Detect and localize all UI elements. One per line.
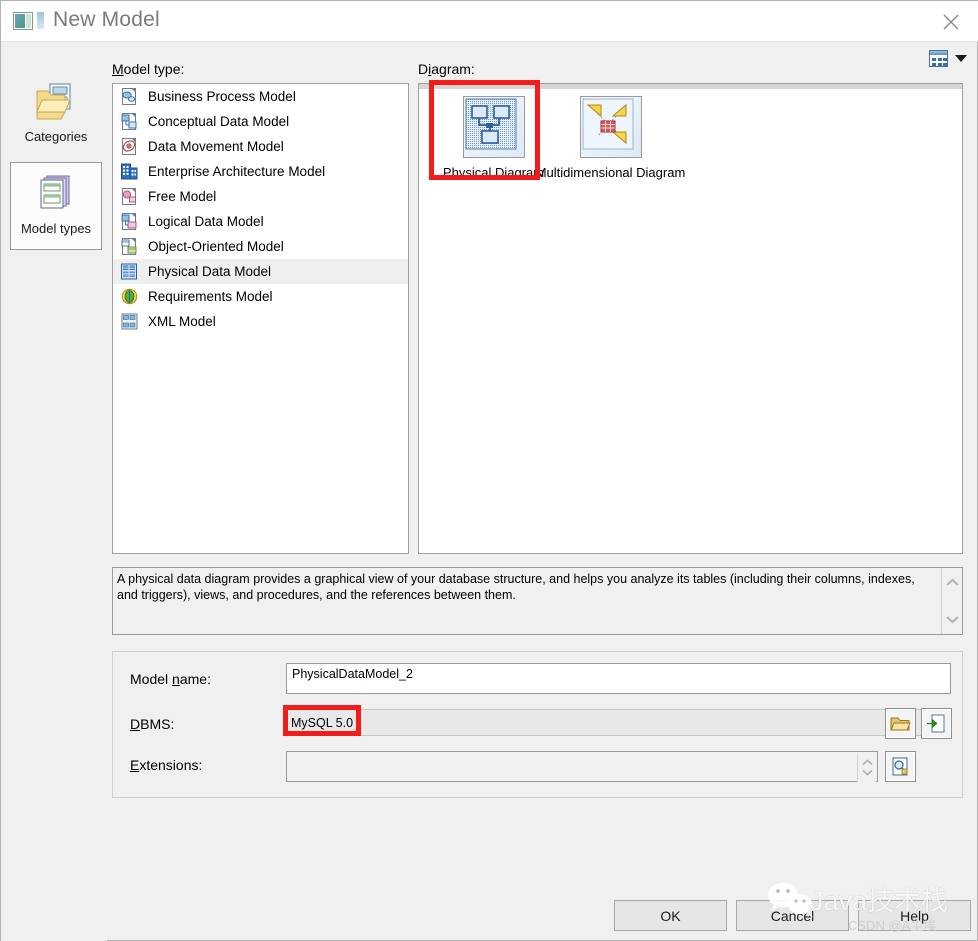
chevron-down-icon	[946, 616, 959, 624]
left-rail: Categories Model types	[1, 42, 107, 941]
rail-item-label: Categories	[24, 129, 88, 144]
diagram-item-multidimensional[interactable]: Multidimensional Diagram	[536, 96, 685, 180]
list-item[interactable]: Requirements Model	[113, 284, 408, 309]
diagram-label: Diagram:	[418, 61, 475, 77]
diagram-item-label: Physical Diagram	[442, 165, 545, 180]
list-item[interactable]: Enterprise Architecture Model	[113, 159, 408, 184]
model-settings-group: Model name: PhysicalDataModel_2 DBMS: My…	[112, 651, 963, 798]
document-preview-icon	[892, 757, 908, 776]
new-model-icon-accent	[37, 12, 44, 29]
extensions-spinner[interactable]	[857, 753, 876, 782]
free-model-icon	[120, 187, 139, 206]
diagram-panel[interactable]: Physical Diagram Multidimensional Diagra…	[418, 83, 963, 554]
list-item[interactable]: Object-Oriented Model	[113, 234, 408, 259]
close-icon	[943, 14, 959, 29]
description-scrollbar[interactable]	[941, 568, 962, 634]
model-types-stack-icon	[33, 173, 79, 215]
view-mode-toggle[interactable]	[929, 50, 967, 67]
dbms-label: DBMS:	[130, 716, 175, 732]
list-item[interactable]: XML Model	[113, 309, 408, 334]
dbms-browse-button[interactable]	[885, 708, 916, 739]
diagram-item-physical[interactable]: Physical Diagram	[437, 96, 550, 180]
model-name-input[interactable]: PhysicalDataModel_2	[286, 663, 951, 694]
model-name-label: Model name:	[130, 671, 211, 687]
model-type-label: Model type:	[112, 61, 185, 77]
physical-data-model-icon	[120, 262, 139, 281]
enterprise-architecture-model-icon	[120, 162, 139, 181]
list-item-label: Data Movement Model	[148, 139, 284, 154]
list-item[interactable]: Free Model	[113, 184, 408, 209]
dbms-import-button[interactable]	[921, 708, 952, 739]
list-item[interactable]: Business Process Model	[113, 84, 408, 109]
window-title: New Model	[53, 8, 160, 31]
list-item-label: Logical Data Model	[148, 214, 264, 229]
chevron-up-icon	[862, 759, 873, 766]
extensions-label: Extensions:	[130, 757, 203, 773]
description-box: A physical data diagram provides a graph…	[112, 567, 963, 635]
list-item-label: Requirements Model	[148, 289, 273, 304]
list-item[interactable]: Logical Data Model	[113, 209, 408, 234]
dbms-value: MySQL 5.0	[291, 715, 354, 730]
help-button[interactable]: Help	[858, 900, 971, 931]
categories-folder-icon	[33, 81, 79, 123]
new-model-icon	[13, 12, 33, 30]
description-text: A physical data diagram provides a graph…	[117, 572, 915, 602]
list-item-label: Free Model	[148, 189, 217, 204]
cancel-button[interactable]: Cancel	[736, 900, 849, 931]
extensions-input[interactable]	[286, 751, 878, 782]
list-item-label: Physical Data Model	[148, 264, 272, 279]
list-item-label: Object-Oriented Model	[148, 239, 284, 254]
list-item-label: Business Process Model	[148, 89, 296, 104]
object-oriented-model-icon	[120, 237, 139, 256]
data-movement-model-icon	[120, 137, 139, 156]
conceptual-data-model-icon	[120, 112, 139, 131]
new-model-dialog: New Model Categories Model types Model t…	[0, 0, 978, 941]
business-process-model-icon	[120, 87, 139, 106]
model-type-list[interactable]: Business Process Model Conceptual Data M…	[112, 83, 409, 554]
folder-open-icon	[890, 717, 911, 731]
list-item-label: XML Model	[148, 314, 216, 329]
view-mode-icon	[929, 50, 948, 67]
extensions-preview-button[interactable]	[885, 751, 916, 782]
dbms-select[interactable]: MySQL 5.0	[286, 709, 951, 736]
list-item-physical-data-model[interactable]: Physical Data Model	[113, 259, 408, 284]
list-item[interactable]: Data Movement Model	[113, 134, 408, 159]
title-bar: New Model	[1, 1, 978, 42]
diagram-panel-header	[419, 84, 962, 89]
chevron-down-icon	[862, 769, 873, 776]
chevron-up-icon	[946, 578, 959, 586]
xml-model-icon	[120, 312, 139, 331]
physical-diagram-thumb	[462, 96, 525, 158]
caret-down-icon	[955, 55, 967, 62]
requirements-model-icon	[120, 287, 139, 306]
rail-item-categories[interactable]: Categories	[10, 71, 102, 159]
close-button[interactable]	[923, 1, 978, 42]
rail-item-label: Model types	[20, 221, 92, 236]
rail-item-model-types[interactable]: Model types	[10, 162, 102, 250]
ok-button[interactable]: OK	[614, 900, 727, 931]
logical-data-model-icon	[120, 212, 139, 231]
list-item[interactable]: Conceptual Data Model	[113, 109, 408, 134]
diagram-item-label: Multidimensional Diagram	[535, 165, 686, 180]
list-item-label: Conceptual Data Model	[148, 114, 290, 129]
file-arrow-icon	[927, 714, 945, 733]
list-item-label: Enterprise Architecture Model	[148, 164, 326, 179]
multidimensional-diagram-thumb	[579, 96, 642, 158]
